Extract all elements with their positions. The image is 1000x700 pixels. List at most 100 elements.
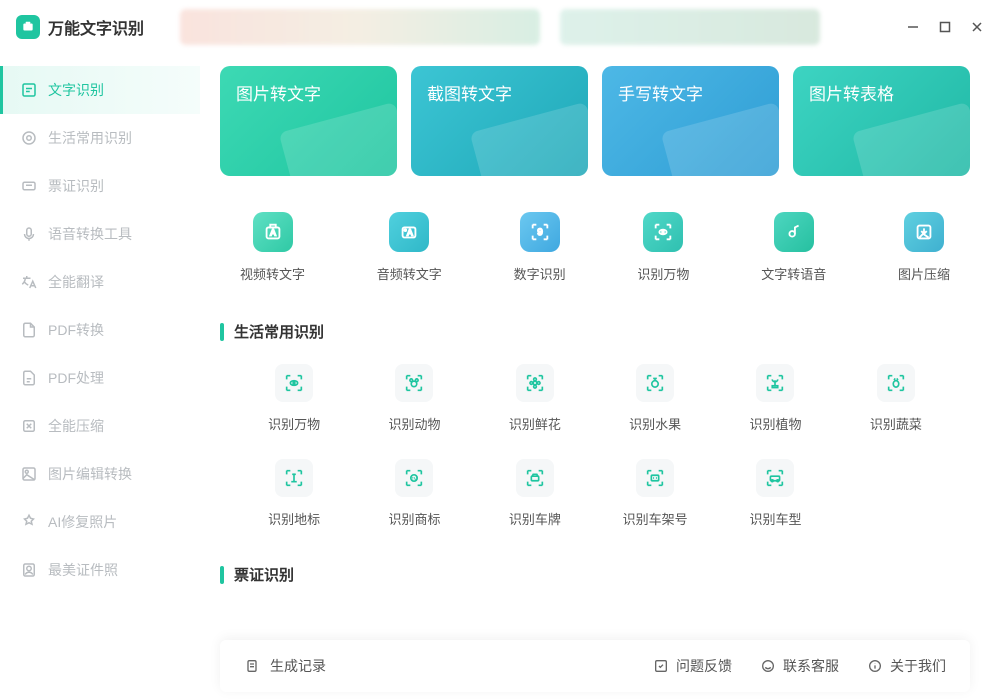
service-icon xyxy=(760,658,776,674)
tool-number-ocr[interactable]: 9 数字识别 xyxy=(514,212,566,283)
grid-label: 识别车牌 xyxy=(509,509,561,528)
tool-label: 视频转文字 xyxy=(240,264,305,283)
hero-image-to-table[interactable]: 图片转表格 xyxy=(793,66,970,176)
section-bar-icon xyxy=(220,566,224,584)
sidebar-item-image-edit[interactable]: 图片编辑转换 xyxy=(0,450,200,498)
close-button[interactable] xyxy=(970,20,984,34)
grid-label: 识别蔬菜 xyxy=(870,414,922,433)
sidebar-item-life[interactable]: 生活常用识别 xyxy=(0,114,200,162)
life-carmodel[interactable]: 识别车型 xyxy=(721,459,829,528)
sidebar-item-label: AI修复照片 xyxy=(48,512,117,532)
hero-image-to-text[interactable]: 图片转文字 xyxy=(220,66,397,176)
quick-tools: A 视频转文字 A 音频转文字 9 数字识别 识别万物 文字转语音 图片压缩 xyxy=(220,212,970,283)
scan-plant-icon xyxy=(756,364,794,402)
life-fruit[interactable]: 识别水果 xyxy=(601,364,709,433)
sidebar-item-label: 全能翻译 xyxy=(48,272,104,292)
hero-handwriting-to-text[interactable]: 手写转文字 xyxy=(602,66,779,176)
section-bar-icon xyxy=(220,323,224,341)
sidebar-item-translate[interactable]: 全能翻译 xyxy=(0,258,200,306)
audio-icon: A xyxy=(389,212,429,252)
hero-label: 手写转文字 xyxy=(618,85,703,104)
ad-banner-1[interactable] xyxy=(180,9,540,45)
tool-audio-to-text[interactable]: A 音频转文字 xyxy=(377,212,442,283)
content: 图片转文字 截图转文字 手写转文字 图片转表格 A 视频转文字 A 音频转文字 … xyxy=(200,54,1000,700)
life-flower[interactable]: 识别鲜花 xyxy=(481,364,589,433)
life-recognize-all[interactable]: 识别万物 xyxy=(240,364,348,433)
number-icon: 9 xyxy=(520,212,560,252)
sidebar-item-idphoto[interactable]: 最美证件照 xyxy=(0,546,200,594)
maximize-button[interactable] xyxy=(938,20,952,34)
pdf-process-icon xyxy=(20,369,38,387)
compress-icon xyxy=(20,417,38,435)
tool-recognize-all[interactable]: 识别万物 xyxy=(637,212,689,283)
sidebar-item-pdf-convert[interactable]: PDF转换 xyxy=(0,306,200,354)
about-icon xyxy=(867,658,883,674)
window-controls xyxy=(906,20,984,34)
grid-label: 识别植物 xyxy=(749,414,801,433)
records-icon xyxy=(244,658,260,674)
hero-cards: 图片转文字 截图转文字 手写转文字 图片转表格 xyxy=(220,66,970,176)
minimize-button[interactable] xyxy=(906,20,920,34)
text-ocr-icon xyxy=(20,81,38,99)
service-link[interactable]: 联系客服 xyxy=(760,656,839,676)
app-logo-icon xyxy=(16,15,40,39)
records-link[interactable]: 生成记录 xyxy=(244,656,326,676)
service-label: 联系客服 xyxy=(783,656,839,676)
life-vegetable[interactable]: 识别蔬菜 xyxy=(842,364,950,433)
tool-label: 图片压缩 xyxy=(898,264,950,283)
scan-vin-icon xyxy=(636,459,674,497)
tool-label: 文字转语音 xyxy=(761,264,826,283)
life-trademark[interactable]: TM识别商标 xyxy=(360,459,468,528)
grid-label: 识别鲜花 xyxy=(509,414,561,433)
svg-text:A: A xyxy=(270,229,276,238)
tool-image-compress[interactable]: 图片压缩 xyxy=(898,212,950,283)
hero-screenshot-to-text[interactable]: 截图转文字 xyxy=(411,66,588,176)
life-tools-grid: 识别万物 识别动物 识别鲜花 识别水果 识别植物 识别蔬菜 识别地标 TM识别商… xyxy=(220,364,970,528)
scan-eye-icon xyxy=(275,364,313,402)
tool-video-to-text[interactable]: A 视频转文字 xyxy=(240,212,305,283)
scan-flower-icon xyxy=(516,364,554,402)
sidebar-item-text-ocr[interactable]: 文字识别 xyxy=(0,66,200,114)
tool-label: 音频转文字 xyxy=(377,264,442,283)
tool-label: 识别万物 xyxy=(637,264,689,283)
about-link[interactable]: 关于我们 xyxy=(867,656,946,676)
sidebar-item-label: PDF转换 xyxy=(48,320,104,340)
ad-banner-2[interactable] xyxy=(560,9,820,45)
life-landmark[interactable]: 识别地标 xyxy=(240,459,348,528)
sidebar-item-voice[interactable]: 语音转换工具 xyxy=(0,210,200,258)
grid-label: 识别车型 xyxy=(749,509,801,528)
section-title: 生活常用识别 xyxy=(234,321,324,342)
tool-text-to-speech[interactable]: 文字转语音 xyxy=(761,212,826,283)
sidebar-item-label: 图片编辑转换 xyxy=(48,464,132,484)
tool-label: 数字识别 xyxy=(514,264,566,283)
pdf-convert-icon xyxy=(20,321,38,339)
sidebar-item-pdf-process[interactable]: PDF处理 xyxy=(0,354,200,402)
sidebar-item-compress[interactable]: 全能压缩 xyxy=(0,402,200,450)
life-animal[interactable]: 识别动物 xyxy=(360,364,468,433)
idphoto-icon xyxy=(20,561,38,579)
scan-animal-icon xyxy=(395,364,433,402)
life-icon xyxy=(20,129,38,147)
life-plate[interactable]: 识别车牌 xyxy=(481,459,589,528)
sidebar-item-ai-repair[interactable]: AI修复照片 xyxy=(0,498,200,546)
voice-icon xyxy=(20,225,38,243)
titlebar: 万能文字识别 xyxy=(0,0,1000,54)
life-plant[interactable]: 识别植物 xyxy=(721,364,829,433)
svg-text:A: A xyxy=(407,229,413,238)
scan-plate-icon xyxy=(516,459,554,497)
grid-label: 识别动物 xyxy=(388,414,440,433)
feedback-link[interactable]: 问题反馈 xyxy=(653,656,732,676)
sidebar-item-label: 最美证件照 xyxy=(48,560,118,580)
sidebar-item-label: PDF处理 xyxy=(48,368,104,388)
life-vin[interactable]: 识别车架号 xyxy=(601,459,709,528)
sidebar: 文字识别 生活常用识别 票证识别 语音转换工具 全能翻译 PDF转换 PDF处理 xyxy=(0,54,200,700)
grid-label: 识别水果 xyxy=(629,414,681,433)
translate-icon xyxy=(20,273,38,291)
feedback-label: 问题反馈 xyxy=(676,656,732,676)
scan-carmodel-icon xyxy=(756,459,794,497)
sidebar-item-label: 生活常用识别 xyxy=(48,128,132,148)
sidebar-item-ticket[interactable]: 票证识别 xyxy=(0,162,200,210)
hero-label: 截图转文字 xyxy=(427,85,512,104)
about-label: 关于我们 xyxy=(890,656,946,676)
sidebar-item-label: 票证识别 xyxy=(48,176,104,196)
